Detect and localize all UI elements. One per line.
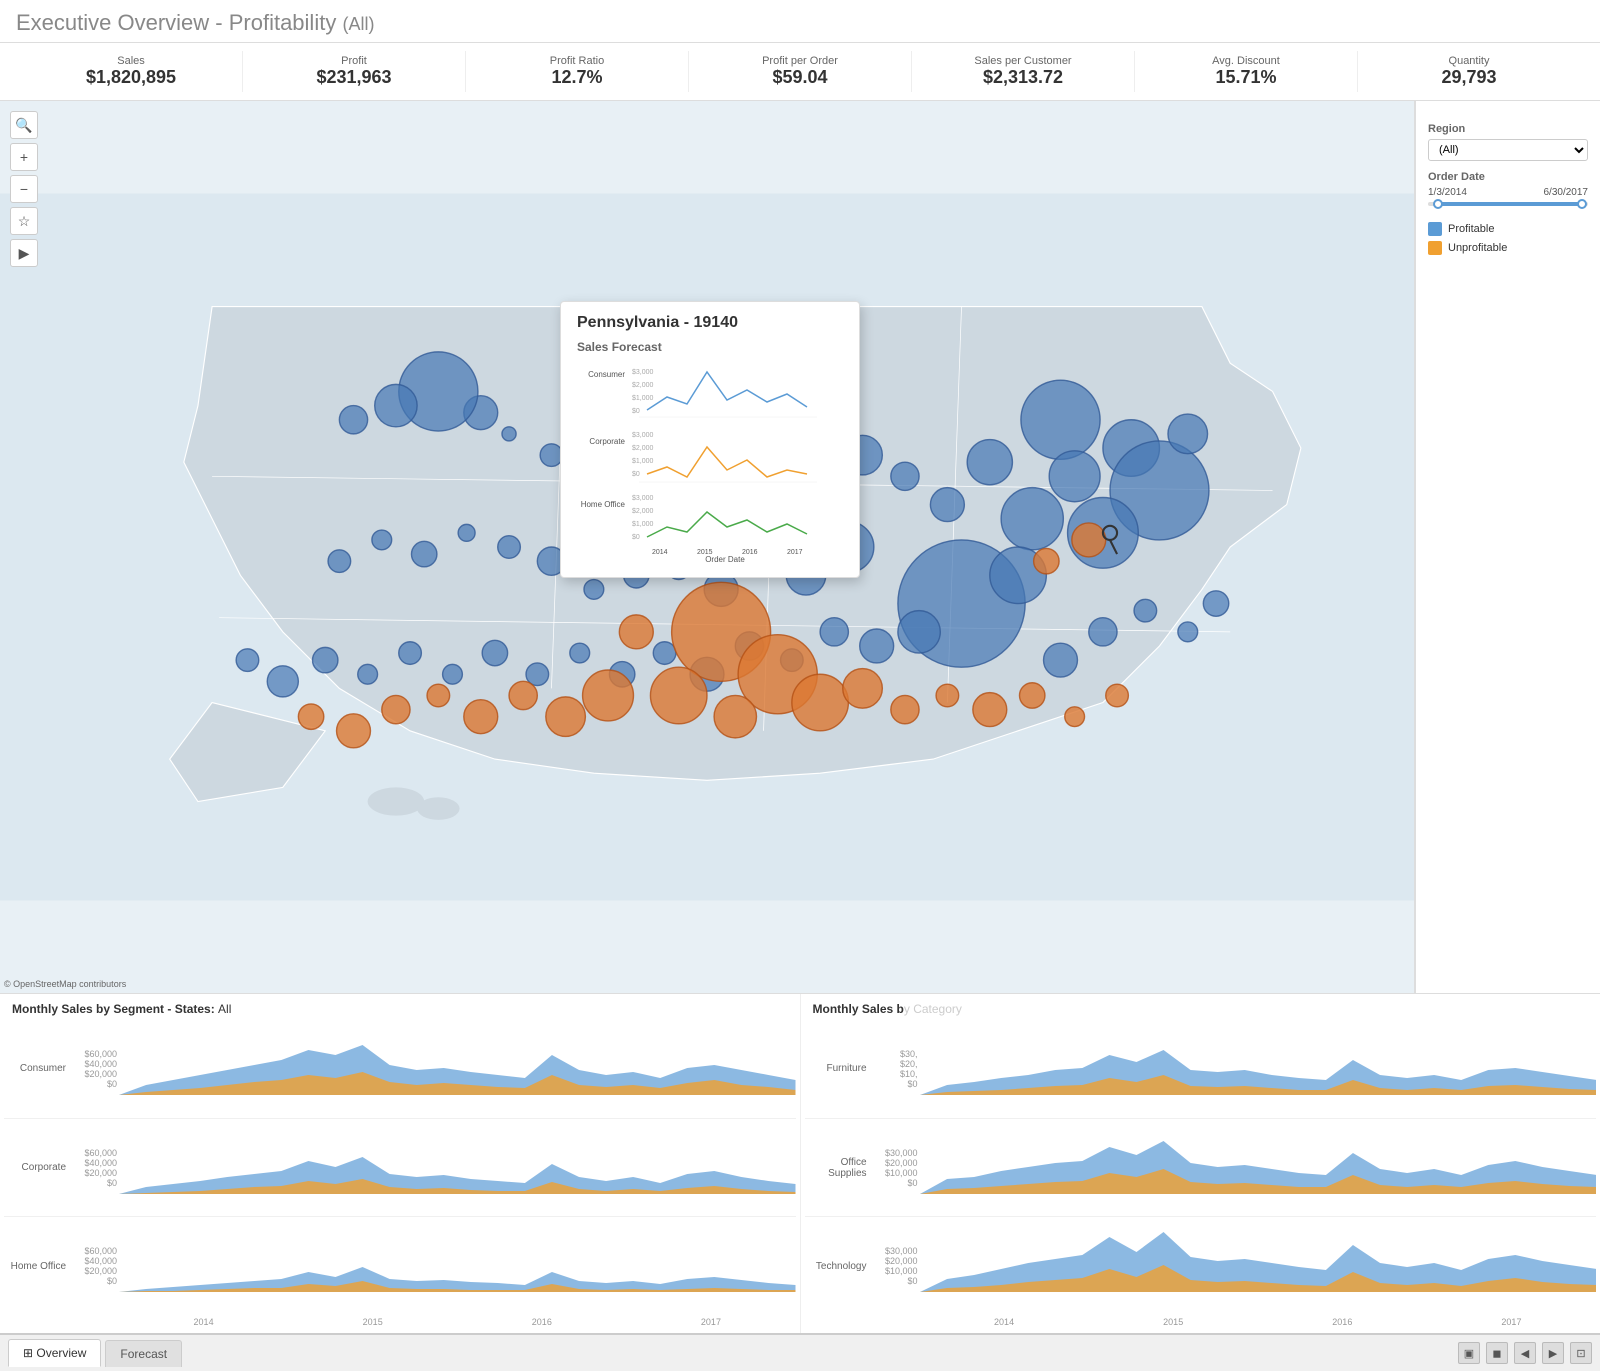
corporate-y-axis: $60,000 $40,000 $20,000 $0 bbox=[74, 1144, 119, 1192]
profitable-color-swatch bbox=[1428, 222, 1442, 236]
home-office-chart bbox=[119, 1217, 796, 1315]
svg-text:Consumer: Consumer bbox=[588, 370, 625, 379]
left-chart-rows: Consumer $60,000 $40,000 $20,000 $0 bbox=[4, 1020, 796, 1315]
svg-text:$3,000: $3,000 bbox=[632, 432, 654, 439]
right-chart-title: Monthly Sales by Category bbox=[805, 1002, 1597, 1020]
svg-text:$2,000: $2,000 bbox=[632, 382, 654, 389]
kpi-quantity: Quantity 29,793 bbox=[1358, 51, 1580, 92]
legend-profitable: Profitable bbox=[1428, 222, 1588, 236]
unprofitable-color-swatch bbox=[1428, 241, 1442, 255]
chart-row-consumer: Consumer $60,000 $40,000 $20,000 $0 bbox=[4, 1020, 796, 1119]
office-supplies-chart bbox=[920, 1119, 1597, 1217]
furniture-y-axis: $30, $20, $10, $0 bbox=[875, 1045, 920, 1093]
zoom-out-button[interactable]: − bbox=[10, 175, 38, 203]
search-button[interactable]: 🔍 bbox=[10, 111, 38, 139]
tab-overview[interactable]: ⊞ Overview bbox=[8, 1339, 101, 1367]
right-sidebar: Region (All) Order Date 1/3/2014 6/30/20… bbox=[1415, 101, 1600, 993]
technology-y-axis: $30,000 $20,000 $10,000 $0 bbox=[875, 1242, 920, 1290]
svg-text:$0: $0 bbox=[632, 408, 640, 415]
tooltip-chart: Consumer $3,000 $2,000 $1,000 $0 Corpora… bbox=[577, 362, 837, 562]
tab-fullscreen-button[interactable]: ⊡ bbox=[1570, 1342, 1592, 1364]
svg-text:Corporate: Corporate bbox=[589, 437, 625, 446]
kpi-sales: Sales $1,820,895 bbox=[20, 51, 243, 92]
left-chart-title: Monthly Sales by Segment - States: All bbox=[4, 1002, 796, 1020]
chart-row-corporate: Corporate $60,000 $40,000 $20,000 $0 bbox=[4, 1119, 796, 1218]
home-office-y-axis: $60,000 $40,000 $20,000 $0 bbox=[74, 1242, 119, 1290]
chart-row-furniture: Furniture $30, $20, $10, $0 bbox=[805, 1020, 1597, 1119]
tab-grid-button[interactable]: ▣ bbox=[1458, 1342, 1480, 1364]
legend: Profitable Unprofitable bbox=[1428, 222, 1588, 255]
tab-bar: ⊞ Overview Forecast ▣ ◼ ◀ ▶ ⊡ bbox=[0, 1333, 1600, 1371]
svg-text:$1,000: $1,000 bbox=[632, 521, 654, 528]
page-title: Executive Overview - Profitability (All) bbox=[16, 10, 1584, 36]
tab-prev-button[interactable]: ◀ bbox=[1514, 1342, 1536, 1364]
tab-next-button[interactable]: ▶ bbox=[1542, 1342, 1564, 1364]
tab-view-button[interactable]: ◼ bbox=[1486, 1342, 1508, 1364]
right-chart-panel: Monthly Sales by Category Furniture $30,… bbox=[801, 994, 1600, 1333]
furniture-chart bbox=[920, 1020, 1597, 1118]
play-button[interactable]: ▶ bbox=[10, 239, 38, 267]
svg-text:$3,000: $3,000 bbox=[632, 495, 654, 502]
chart-row-technology: Technology $30,000 $20,000 $10,000 $0 bbox=[805, 1217, 1597, 1315]
map-controls: 🔍 + − ☆ ▶ bbox=[10, 111, 38, 267]
page-header: Executive Overview - Profitability (All) bbox=[0, 0, 1600, 43]
svg-text:$1,000: $1,000 bbox=[632, 395, 654, 402]
chart-row-home-office: Home Office $60,000 $40,000 $20,000 $0 bbox=[4, 1217, 796, 1315]
home-office-label: Home Office bbox=[4, 1261, 74, 1272]
consumer-y-axis: $60,000 $40,000 $20,000 $0 bbox=[74, 1045, 119, 1093]
map-tooltip: Pennsylvania - 19140 Sales Forecast Cons… bbox=[560, 301, 860, 578]
office-supplies-y-axis: $30,000 $20,000 $10,000 $0 bbox=[875, 1144, 920, 1192]
left-chart-panel: Monthly Sales by Segment - States: All C… bbox=[0, 994, 801, 1333]
corporate-label: Corporate bbox=[4, 1162, 74, 1173]
office-supplies-label: Office Supplies bbox=[805, 1157, 875, 1179]
date-range: 1/3/2014 6/30/2017 bbox=[1428, 187, 1588, 198]
svg-text:2014: 2014 bbox=[652, 549, 668, 556]
left-x-axis: 2014 2015 2016 2017 bbox=[4, 1315, 796, 1329]
svg-text:Order Date: Order Date bbox=[705, 555, 745, 562]
right-x-axis: 2014 2015 2016 2017 bbox=[805, 1315, 1597, 1329]
svg-text:Home Office: Home Office bbox=[581, 500, 626, 509]
kpi-avg-discount: Avg. Discount 15.71% bbox=[1135, 51, 1358, 92]
tab-bar-controls: ▣ ◼ ◀ ▶ ⊡ bbox=[1458, 1342, 1592, 1364]
star-button[interactable]: ☆ bbox=[10, 207, 38, 235]
svg-text:$2,000: $2,000 bbox=[632, 445, 654, 452]
zoom-in-button[interactable]: + bbox=[10, 143, 38, 171]
furniture-label: Furniture bbox=[805, 1063, 875, 1074]
app-container: Executive Overview - Profitability (All)… bbox=[0, 0, 1600, 1371]
kpi-profit-per-order: Profit per Order $59.04 bbox=[689, 51, 912, 92]
legend-unprofitable: Unprofitable bbox=[1428, 241, 1588, 255]
svg-text:$0: $0 bbox=[632, 534, 640, 541]
right-chart-rows: Furniture $30, $20, $10, $0 bbox=[805, 1020, 1597, 1315]
svg-text:2017: 2017 bbox=[787, 549, 803, 556]
consumer-label: Consumer bbox=[4, 1063, 74, 1074]
map-area[interactable]: 🔍 + − ☆ ▶ bbox=[0, 101, 1415, 993]
overview-tab-icon: ⊞ bbox=[23, 1346, 36, 1360]
chart-row-office-supplies: Office Supplies $30,000 $20,000 $10,000 … bbox=[805, 1119, 1597, 1218]
kpi-profit-ratio: Profit Ratio 12.7% bbox=[466, 51, 689, 92]
svg-text:$2,000: $2,000 bbox=[632, 508, 654, 515]
map-attribution: © OpenStreetMap contributors bbox=[4, 979, 126, 989]
corporate-chart bbox=[119, 1119, 796, 1217]
technology-label: Technology bbox=[805, 1261, 875, 1272]
kpi-sales-per-customer: Sales per Customer $2,313.72 bbox=[912, 51, 1135, 92]
main-area: 🔍 + − ☆ ▶ bbox=[0, 101, 1600, 993]
consumer-chart bbox=[119, 1020, 796, 1118]
date-range-slider[interactable] bbox=[1428, 202, 1588, 206]
kpi-profit: Profit $231,963 bbox=[243, 51, 466, 92]
tab-forecast[interactable]: Forecast bbox=[105, 1340, 182, 1367]
technology-chart bbox=[920, 1217, 1597, 1315]
kpi-bar: Sales $1,820,895 Profit $231,963 Profit … bbox=[0, 43, 1600, 101]
charts-area: Monthly Sales by Segment - States: All C… bbox=[0, 993, 1600, 1333]
svg-text:$3,000: $3,000 bbox=[632, 369, 654, 376]
region-select[interactable]: (All) bbox=[1428, 139, 1588, 161]
svg-text:$0: $0 bbox=[632, 471, 640, 478]
svg-text:$1,000: $1,000 bbox=[632, 458, 654, 465]
